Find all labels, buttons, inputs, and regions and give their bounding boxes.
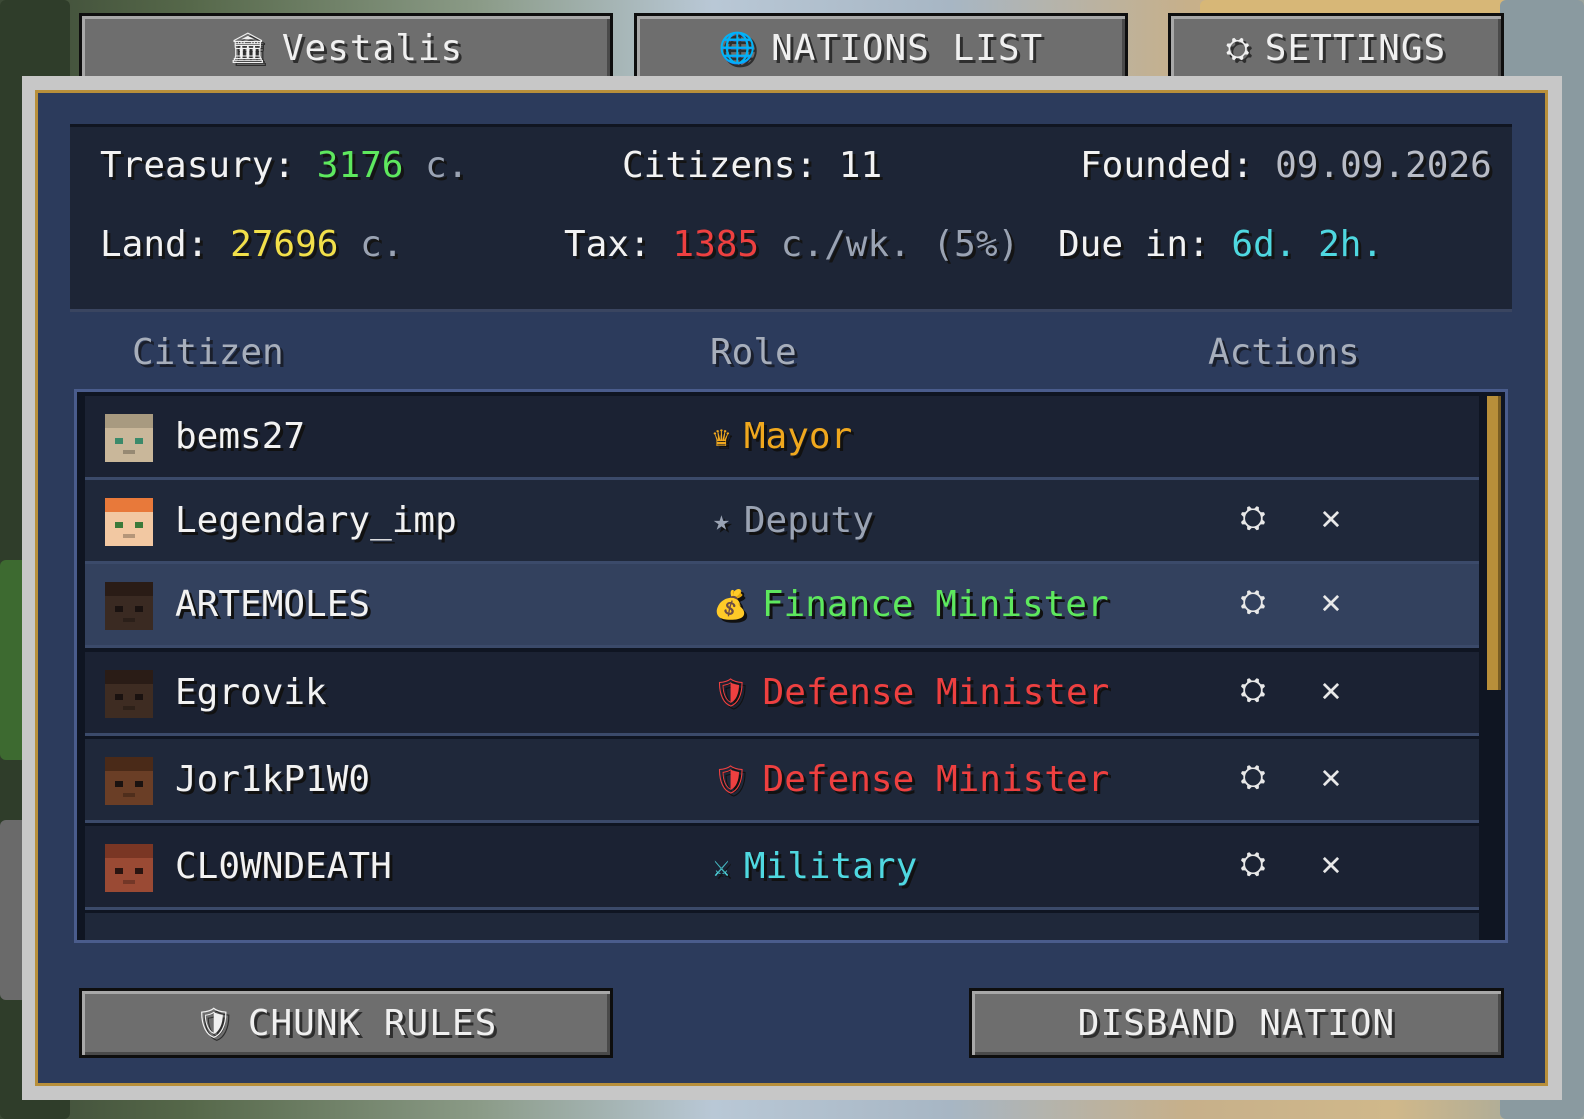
settings-button[interactable]: ⛭ SETTINGS xyxy=(1168,13,1504,84)
settings-label: SETTINGS xyxy=(1264,28,1447,69)
citizen-row[interactable]: ARTEMOLES 💰 Finance Minister ⛭ ✕ xyxy=(85,564,1479,648)
citizen-row[interactable]: bems27 ♛ Mayor xyxy=(85,396,1479,480)
citizens-stat: Citizens: 11 xyxy=(622,145,882,186)
due-label: Due in: xyxy=(1058,224,1210,265)
disband-nation-button[interactable]: DISBAND NATION xyxy=(969,988,1504,1058)
tax-unit: c./wk. (5%) xyxy=(780,224,1020,265)
close-icon[interactable]: ✕ xyxy=(1311,844,1351,884)
citizen-row[interactable]: Egrovik 🛡 Defense Minister ⛭ ✕ xyxy=(85,652,1479,736)
citizen-role: 🛡 Defense Minister xyxy=(713,759,1109,800)
close-icon[interactable]: ✕ xyxy=(1311,757,1351,797)
role-label: Deputy xyxy=(743,500,874,541)
citizen-role: ⚔ Military xyxy=(713,846,917,887)
citizen-name: Legendary_imp xyxy=(175,500,457,541)
citizens-label: Citizens: xyxy=(622,145,818,186)
treasury-unit: c. xyxy=(425,145,469,186)
gear-icon: ⛭ xyxy=(1225,31,1251,66)
role-label: Defense Minister xyxy=(762,759,1110,800)
swords-icon: ⚔ xyxy=(713,850,730,883)
shield-icon: 🛡 xyxy=(713,763,749,796)
avatar xyxy=(105,757,153,805)
gear-icon[interactable]: ⛭ xyxy=(1233,844,1273,883)
role-label: Military xyxy=(743,846,918,887)
role-label: Mayor xyxy=(743,416,853,457)
citizen-name: Egrovik xyxy=(175,672,327,713)
land-value: 27696 xyxy=(230,224,339,265)
avatar xyxy=(105,414,153,462)
citizen-row[interactable] xyxy=(85,913,1479,940)
nation-name-label: Vestalis xyxy=(281,28,464,69)
role-label: Defense Minister xyxy=(762,672,1110,713)
avatar xyxy=(105,670,153,718)
citizen-name: Jor1kP1W0 xyxy=(175,759,371,800)
nation-name-button[interactable]: 🏛 Vestalis xyxy=(79,13,613,84)
close-icon[interactable]: ✕ xyxy=(1311,670,1351,710)
globe-icon: 🌐 xyxy=(718,31,758,66)
due-value: 6d. 2h. xyxy=(1231,224,1384,265)
close-icon[interactable]: ✕ xyxy=(1311,498,1351,538)
role-label: Finance Minister xyxy=(761,584,1109,625)
land-unit: c. xyxy=(360,224,404,265)
close-icon[interactable]: ✕ xyxy=(1311,582,1351,622)
citizens-value: 11 xyxy=(838,145,883,186)
column-header-citizen: Citizen xyxy=(132,332,284,373)
avatar xyxy=(105,844,153,892)
gear-icon[interactable]: ⛭ xyxy=(1233,582,1273,621)
star-icon: ★ xyxy=(713,504,730,537)
bank-icon: 🏛 xyxy=(228,31,268,66)
tax-label: Tax: xyxy=(564,224,651,265)
scrollbar-thumb[interactable] xyxy=(1487,396,1501,690)
column-header-role: Role xyxy=(710,332,797,373)
nations-list-label: NATIONS LIST xyxy=(771,28,1044,69)
gear-icon[interactable]: ⛭ xyxy=(1233,498,1273,537)
founded-label: Founded: xyxy=(1080,145,1254,186)
treasury-stat: Treasury: 3176 c. xyxy=(100,145,469,186)
disband-nation-label: DISBAND NATION xyxy=(1077,1002,1396,1044)
citizen-row[interactable]: Jor1kP1W0 🛡 Defense Minister ⛭ ✕ xyxy=(85,739,1479,823)
founded-value: 09.09.2026 xyxy=(1275,145,1492,186)
citizen-row[interactable]: CL0WNDEATH ⚔ Military ⛭ ✕ xyxy=(85,826,1479,910)
land-label: Land: xyxy=(100,224,209,265)
shield-icon: 🛡 xyxy=(194,1005,234,1041)
land-stat: Land: 27696 c. xyxy=(100,224,403,265)
avatar xyxy=(105,582,153,630)
citizen-row[interactable]: Legendary_imp ★ Deputy ⛭ ✕ xyxy=(85,480,1479,564)
gear-icon[interactable]: ⛭ xyxy=(1233,757,1273,796)
citizen-name: ARTEMOLES xyxy=(175,584,371,625)
citizen-role: 💰 Finance Minister xyxy=(713,584,1109,625)
citizen-name: bems27 xyxy=(175,416,306,457)
shield-icon: 🛡 xyxy=(713,676,749,709)
due-stat: Due in: 6d. 2h. xyxy=(1058,224,1383,265)
citizen-name: CL0WNDEATH xyxy=(175,846,392,887)
column-header-actions: Actions xyxy=(1208,332,1360,373)
tax-value: 1385 xyxy=(672,224,760,265)
treasury-value: 3176 xyxy=(316,145,404,186)
nations-list-button[interactable]: 🌐 NATIONS LIST xyxy=(634,13,1128,84)
treasury-label: Treasury: xyxy=(100,145,296,186)
citizen-role: 🛡 Defense Minister xyxy=(713,672,1109,713)
crown-icon: ♛ xyxy=(713,420,730,453)
citizen-list[interactable]: bems27 ♛ Mayor Legendary_imp ★ Deputy ⛭ … xyxy=(74,389,1508,943)
gear-icon[interactable]: ⛭ xyxy=(1233,670,1273,709)
scrollbar[interactable] xyxy=(1487,396,1501,936)
chunk-rules-button[interactable]: 🛡 CHUNK RULES xyxy=(79,988,613,1058)
citizen-role: ♛ Mayor xyxy=(713,416,852,457)
chunk-rules-label: CHUNK RULES xyxy=(247,1002,498,1044)
citizen-role: ★ Deputy xyxy=(713,500,874,541)
tax-stat: Tax: 1385 c./wk. (5%) xyxy=(564,224,1019,265)
avatar xyxy=(105,498,153,546)
founded-stat: Founded: 09.09.2026 xyxy=(1080,145,1492,186)
money-bag-icon: 💰 xyxy=(713,588,748,621)
